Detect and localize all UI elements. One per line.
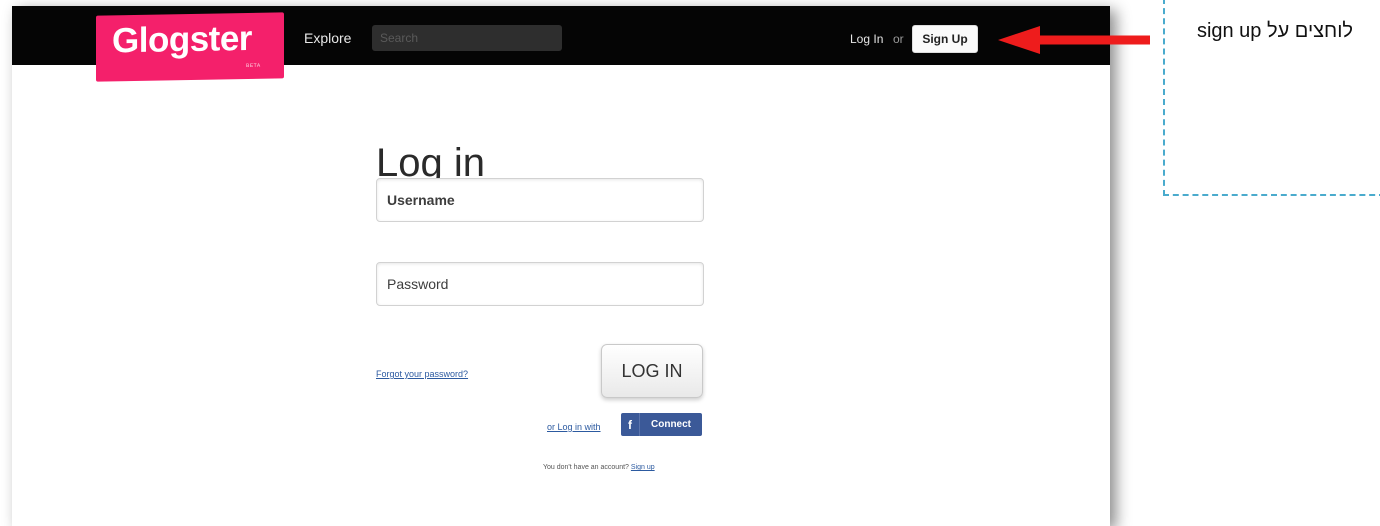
top-navigation-bar: Glogster BETA Explore Log In or Sign Up [12,6,1110,82]
logo-text: Glogster [112,18,252,61]
logo-beta-tag: BETA [246,62,261,70]
no-account-row: You don't have an account? Sign up [543,464,655,471]
login-button[interactable]: LOG IN [601,344,703,398]
facebook-connect-label: Connect [651,419,691,430]
glogster-logo[interactable]: Glogster BETA [96,12,284,82]
browser-screenshot: Glogster BETA Explore Log In or Sign Up … [12,6,1110,526]
signup-button[interactable]: Sign Up [912,25,978,53]
username-field[interactable] [376,178,704,222]
facebook-connect-button[interactable]: f Connect [621,413,702,436]
or-separator: or [893,32,904,46]
no-account-text: You don't have an account? [543,464,629,471]
nav-explore-link[interactable]: Explore [304,30,351,46]
forgot-password-link[interactable]: Forgot your password? [376,369,468,379]
red-arrow-icon [998,26,1150,54]
signup-link[interactable]: Sign up [631,464,655,471]
search-input[interactable] [372,25,562,51]
password-field[interactable] [376,262,704,306]
annotation-text: לוחצים על sign up [1196,20,1353,42]
header-login-link[interactable]: Log In [850,32,883,46]
facebook-icon: f [621,413,640,436]
alt-login-link[interactable]: or Log in with [547,422,601,432]
annotation-callout: לוחצים על sign up [1163,0,1380,196]
